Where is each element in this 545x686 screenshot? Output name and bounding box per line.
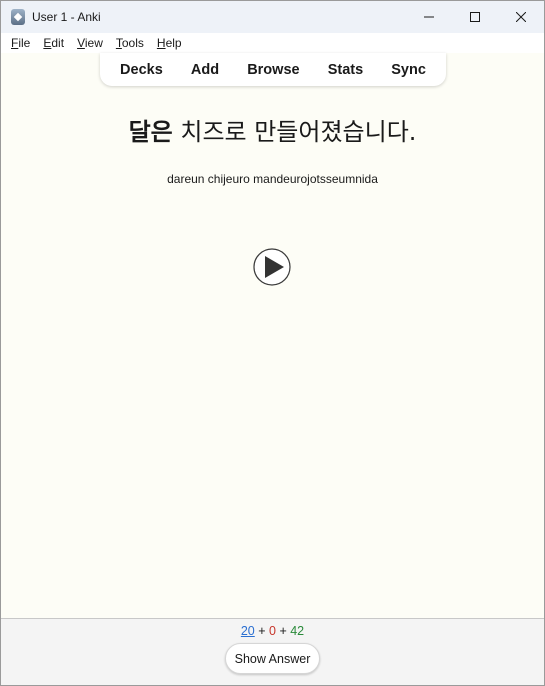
nav-add[interactable]: Add bbox=[191, 62, 219, 78]
card-romanization: dareun chijeuro mandeurojotsseumnida bbox=[167, 172, 378, 186]
anki-window: User 1 - Anki File Edit View Tools Help … bbox=[0, 0, 545, 686]
nav-browse[interactable]: Browse bbox=[247, 62, 299, 78]
title-bar: User 1 - Anki bbox=[1, 1, 544, 33]
menu-bar: File Edit View Tools Help bbox=[1, 33, 544, 53]
card-area: 달은 치즈로 만들어졌습니다. dareun chijeuro mandeuro… bbox=[1, 86, 544, 618]
review-count: 42 bbox=[290, 624, 305, 638]
card-sentence: 달은 치즈로 만들어졌습니다. bbox=[1, 112, 544, 147]
menu-help[interactable]: Help bbox=[157, 33, 182, 53]
menu-file[interactable]: File bbox=[11, 33, 30, 53]
maximize-icon bbox=[470, 12, 480, 22]
new-count: 20 bbox=[240, 624, 255, 638]
count-separator: + bbox=[275, 624, 291, 638]
close-icon bbox=[516, 12, 526, 22]
sentence-rest: 치즈로 만들어졌습니다. bbox=[172, 118, 417, 146]
sentence-highlight: 달은 bbox=[128, 118, 173, 146]
nav-sync[interactable]: Sync bbox=[391, 62, 426, 78]
window-title: User 1 - Anki bbox=[32, 10, 101, 24]
due-counts: 20 + 0 + 42 bbox=[1, 624, 544, 638]
anki-icon bbox=[11, 9, 25, 25]
play-icon[interactable] bbox=[253, 248, 291, 286]
top-toolbar: Decks Add Browse Stats Sync bbox=[100, 53, 446, 86]
show-answer-button[interactable]: Show Answer bbox=[225, 643, 320, 674]
menu-tools[interactable]: Tools bbox=[116, 33, 144, 53]
minimize-button[interactable] bbox=[406, 1, 452, 33]
nav-stats[interactable]: Stats bbox=[328, 62, 363, 78]
menu-edit[interactable]: Edit bbox=[43, 33, 64, 53]
maximize-button[interactable] bbox=[452, 1, 498, 33]
bottom-bar: 20 + 0 + 42 Show Answer bbox=[1, 618, 544, 685]
minimize-icon bbox=[424, 16, 434, 18]
count-separator: + bbox=[254, 624, 270, 638]
learn-count: 0 bbox=[269, 624, 276, 638]
menu-view[interactable]: View bbox=[77, 33, 103, 53]
nav-decks[interactable]: Decks bbox=[120, 62, 163, 78]
close-button[interactable] bbox=[498, 1, 544, 33]
